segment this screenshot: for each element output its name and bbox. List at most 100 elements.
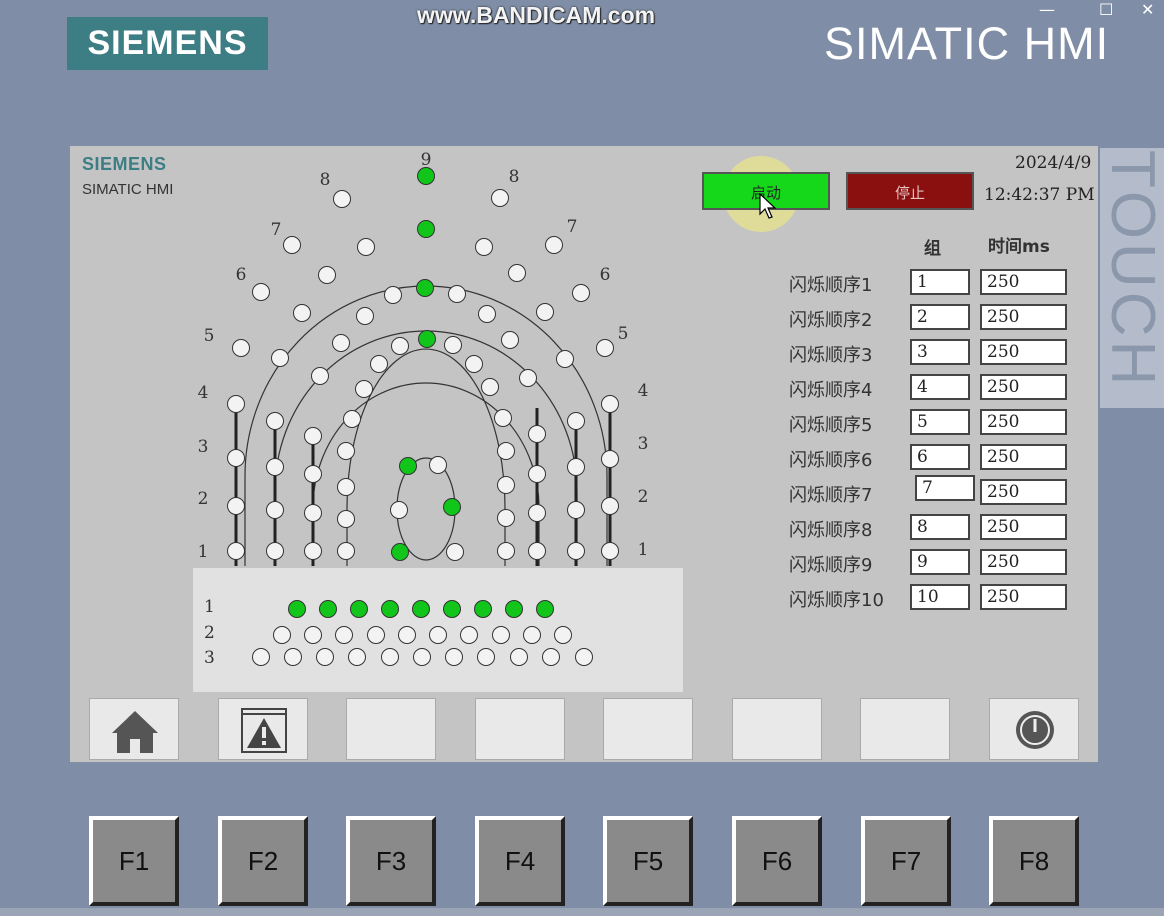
- lamp: [448, 285, 466, 303]
- f6-key[interactable]: F6: [732, 816, 822, 906]
- group-input[interactable]: 9: [910, 549, 970, 575]
- mouse-cursor-icon: [759, 193, 777, 219]
- window-close-button[interactable]: ✕: [1141, 1, 1154, 19]
- group-input[interactable]: 8: [910, 514, 970, 540]
- ring-number: 3: [198, 437, 209, 457]
- lamp: [350, 600, 368, 618]
- sequence-label: 闪烁顺序2: [789, 310, 873, 331]
- f1-key[interactable]: F1: [89, 816, 179, 906]
- time-input[interactable]: 250: [980, 479, 1067, 505]
- lamp: [601, 395, 619, 413]
- f4-key[interactable]: F4: [475, 816, 565, 906]
- group-input[interactable]: 6: [910, 444, 970, 470]
- lamp: [443, 600, 461, 618]
- f3-key[interactable]: F3: [346, 816, 436, 906]
- lamp: [413, 648, 431, 666]
- time-input[interactable]: 250: [980, 339, 1067, 365]
- lamp: [304, 465, 322, 483]
- lamp: [475, 238, 493, 256]
- lamp: [528, 504, 546, 522]
- f8-key[interactable]: F8: [989, 816, 1079, 906]
- ring-number: 3: [638, 434, 649, 454]
- group-input[interactable]: 10: [910, 584, 970, 610]
- home-button[interactable]: [89, 698, 179, 760]
- lamp: [337, 478, 355, 496]
- window-minimize-button[interactable]: —: [1039, 1, 1055, 19]
- nav-button-7[interactable]: [860, 698, 950, 760]
- group-input[interactable]: 1: [910, 269, 970, 295]
- lamp: [554, 626, 572, 644]
- f5-key[interactable]: F5: [603, 816, 693, 906]
- time-input[interactable]: 250: [980, 444, 1067, 470]
- lamp: [477, 648, 495, 666]
- lamp: [332, 334, 350, 352]
- lamp: [444, 336, 462, 354]
- time-input[interactable]: 250: [980, 304, 1067, 330]
- lamp: [337, 442, 355, 460]
- group-input[interactable]: 5: [910, 409, 970, 435]
- time-input[interactable]: 250: [980, 584, 1067, 610]
- lamp: [567, 542, 585, 560]
- time-input[interactable]: 250: [980, 269, 1067, 295]
- lamp: [399, 457, 417, 475]
- lamp: [601, 497, 619, 515]
- lamp: [293, 304, 311, 322]
- nav-button-4[interactable]: [475, 698, 565, 760]
- sequence-label: 闪烁顺序6: [789, 450, 873, 471]
- lamp: [232, 339, 250, 357]
- ring-number: 4: [638, 381, 649, 401]
- time-input[interactable]: 250: [980, 374, 1067, 400]
- time-input[interactable]: 250: [980, 549, 1067, 575]
- bezel-bottom-edge: [0, 908, 1164, 916]
- lamp: [283, 236, 301, 254]
- lamp: [528, 542, 546, 560]
- lamp: [381, 648, 399, 666]
- lamp: [567, 501, 585, 519]
- ring-number: 1: [198, 542, 209, 562]
- time-input[interactable]: 250: [980, 514, 1067, 540]
- lamp: [288, 600, 306, 618]
- f7-key[interactable]: F7: [861, 816, 951, 906]
- lamp: [271, 349, 289, 367]
- lamp: [492, 626, 510, 644]
- exit-runtime-button[interactable]: [989, 698, 1079, 760]
- lamp: [491, 189, 509, 207]
- lamp: [391, 337, 409, 355]
- ring-number: 7: [271, 220, 282, 240]
- lamp: [337, 542, 355, 560]
- time-input[interactable]: 250: [980, 409, 1067, 435]
- ring-number: 4: [198, 383, 209, 403]
- group-input[interactable]: 4: [910, 374, 970, 400]
- lamp: [596, 339, 614, 357]
- ring-number: 1: [638, 540, 649, 560]
- lamp: [510, 648, 528, 666]
- nav-button-6[interactable]: [732, 698, 822, 760]
- stop-button[interactable]: 停止: [846, 172, 974, 210]
- lamp: [304, 504, 322, 522]
- group-input[interactable]: 3: [910, 339, 970, 365]
- group-input[interactable]: 7: [915, 475, 975, 501]
- group-input[interactable]: 2: [910, 304, 970, 330]
- ring-number: 8: [509, 167, 520, 187]
- f2-key[interactable]: F2: [218, 816, 308, 906]
- lamp: [227, 395, 245, 413]
- window-maximize-button[interactable]: ☐: [1099, 1, 1113, 19]
- hmi-screen: SIEMENS SIMATIC HMI 9 8 8 7 7 6 6 5 5 4 …: [70, 146, 1098, 762]
- lamp: [252, 283, 270, 301]
- power-icon: [1016, 711, 1054, 749]
- sequence-label: 闪烁顺序8: [789, 520, 873, 541]
- nav-button-5[interactable]: [603, 698, 693, 760]
- nav-button-3[interactable]: [346, 698, 436, 760]
- lamp: [418, 330, 436, 348]
- lamp: [497, 542, 515, 560]
- lamp: [252, 648, 270, 666]
- ring-number: 7: [567, 217, 578, 237]
- alarm-view-button[interactable]: [218, 698, 308, 760]
- lamp: [417, 167, 435, 185]
- lamp: [266, 412, 284, 430]
- lamp: [497, 476, 515, 494]
- lamp: [536, 303, 554, 321]
- time-display: 12:42:37 PM: [984, 185, 1095, 205]
- row-lamp-panel: 1 2 3: [193, 568, 683, 692]
- sequence-label: 闪烁顺序1: [789, 275, 873, 296]
